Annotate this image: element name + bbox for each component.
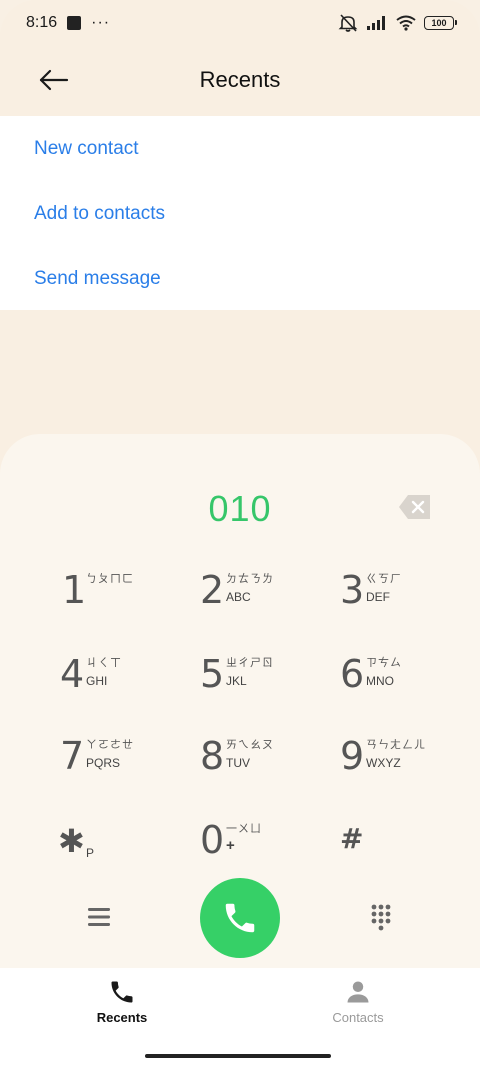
key-bopomofo: ㄉㄊㄋㄌ — [226, 572, 274, 585]
key-letters: P — [86, 846, 95, 860]
key-letters: GHI — [86, 674, 108, 688]
key-digit: 5 — [200, 652, 225, 696]
key-bopomofo: ㄍㄎㄏ — [366, 572, 402, 585]
app-notification-icon — [67, 16, 82, 30]
key-letters: PQRS — [86, 756, 121, 770]
action-menu: New contact Add to contacts Send message — [0, 116, 480, 310]
key-digit: ✱ — [58, 822, 85, 860]
page-title: Recents — [199, 67, 281, 92]
mute-icon — [338, 14, 358, 32]
key-5[interactable]: 5 ㄓㄔㄕㄖ JKL — [200, 646, 340, 716]
signal-icon — [367, 16, 385, 30]
key-6[interactable]: 6 ㄗㄘㄙ MNO — [340, 646, 480, 716]
key-bopomofo: ㄗㄘㄙ — [366, 656, 402, 669]
send-message-item[interactable]: Send message — [0, 246, 480, 311]
key-letters: + — [226, 837, 235, 854]
key-digit: 7 — [60, 734, 85, 778]
bottom-tab-bar: Recents Contacts — [0, 968, 480, 1066]
key-letters: WXYZ — [366, 756, 401, 770]
tab-contacts[interactable]: Contacts — [288, 978, 428, 1032]
header: Recents — [0, 46, 480, 114]
key-0[interactable]: 0 一ㄨㄩ + — [200, 812, 340, 882]
key-7[interactable]: 7 ㄚㄛㄜㄝ PQRS — [60, 728, 200, 798]
key-2[interactable]: 2 ㄉㄊㄋㄌ ABC — [200, 562, 340, 632]
new-contact-item[interactable]: New contact — [0, 116, 480, 181]
phone-screen: 8:16 ··· 100 Recents New contact Add to … — [0, 0, 480, 1066]
dialer-controls — [0, 878, 480, 960]
key-digit: 6 — [340, 652, 365, 696]
phone-icon — [225, 903, 255, 933]
keypad-toggle-button[interactable] — [364, 900, 398, 934]
battery-icon: 100 — [424, 16, 457, 30]
key-digit: 8 — [200, 734, 225, 778]
dialer-menu-button[interactable] — [82, 900, 116, 934]
backspace-button[interactable] — [398, 494, 432, 520]
phone-icon — [111, 981, 133, 1003]
call-button[interactable] — [200, 878, 280, 958]
dialer-panel: 010 1 ㄅㄆㄇㄈ 2 ㄉㄊㄋㄌ ABC 3 ㄍㄎㄏ DEF 4 ㄐㄑㄒ GH… — [0, 434, 480, 968]
add-to-contacts-item[interactable]: Add to contacts — [0, 181, 480, 246]
key-digit: 9 — [340, 734, 365, 778]
key-bopomofo: ㄢㄣㄤㄥㄦ — [366, 738, 426, 751]
backspace-icon — [399, 495, 430, 519]
key-3[interactable]: 3 ㄍㄎㄏ DEF — [340, 562, 480, 632]
key-8[interactable]: 8 ㄞㄟㄠㄡ TUV — [200, 728, 340, 798]
key-bopomofo: ㄚㄛㄜㄝ — [86, 738, 134, 751]
key-bopomofo: ㄞㄟㄠㄡ — [226, 738, 274, 751]
tab-label: Contacts — [332, 1010, 384, 1025]
back-arrow-icon — [39, 69, 69, 91]
status-right: 100 — [338, 14, 457, 32]
key-bopomofo: 一ㄨㄩ — [226, 822, 262, 835]
key-letters: JKL — [226, 674, 247, 688]
key-letters: ABC — [226, 590, 251, 604]
keypad-grid-icon — [371, 904, 391, 931]
status-more: ··· — [91, 14, 111, 31]
key-bopomofo: ㄓㄔㄕㄖ — [226, 656, 274, 669]
status-bar: 8:16 ··· 100 — [0, 0, 480, 46]
key-letters: MNO — [366, 674, 394, 688]
hamburger-menu-icon — [88, 908, 110, 926]
key-digit: # — [340, 822, 364, 855]
key-digit: 0 — [200, 818, 225, 862]
status-time: 8:16 — [26, 14, 58, 31]
key-4[interactable]: 4 ㄐㄑㄒ GHI — [60, 646, 200, 716]
key-bopomofo: ㄐㄑㄒ — [86, 656, 122, 669]
status-left: 8:16 ··· — [26, 14, 110, 32]
wifi-icon — [396, 15, 416, 31]
key-hash[interactable]: # — [340, 812, 480, 882]
key-letters: TUV — [226, 756, 250, 770]
key-letters: DEF — [366, 590, 390, 604]
home-indicator[interactable] — [145, 1054, 331, 1058]
key-digit: 2 — [200, 568, 225, 612]
key-1[interactable]: 1 ㄅㄆㄇㄈ — [62, 562, 202, 632]
back-button[interactable] — [32, 58, 76, 102]
key-9[interactable]: 9 ㄢㄣㄤㄥㄦ WXYZ — [340, 728, 480, 798]
key-star[interactable]: ✱ P — [58, 812, 198, 882]
key-digit: 3 — [340, 568, 365, 612]
tab-recents[interactable]: Recents — [52, 978, 192, 1032]
key-digit: 1 — [62, 568, 87, 612]
person-icon — [347, 981, 369, 1003]
key-bopomofo: ㄅㄆㄇㄈ — [86, 572, 134, 585]
tab-label: Recents — [96, 1010, 148, 1025]
key-digit: 4 — [60, 652, 85, 696]
